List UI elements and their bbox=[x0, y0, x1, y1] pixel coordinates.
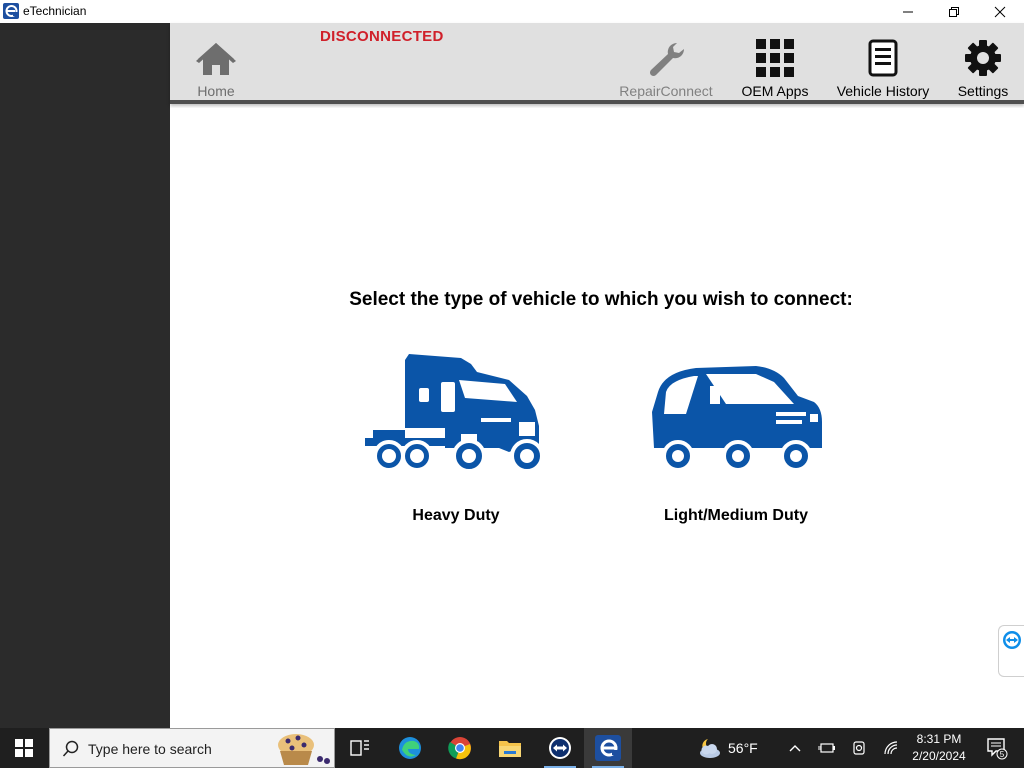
windows-icon bbox=[15, 739, 33, 757]
task-view-button[interactable] bbox=[336, 728, 384, 768]
weather-widget[interactable]: 56°F bbox=[696, 728, 758, 768]
clock-date: 2/20/2024 bbox=[912, 749, 966, 763]
heavy-duty-label: Heavy Duty bbox=[412, 507, 500, 524]
edge-taskbar-button[interactable] bbox=[386, 728, 434, 768]
vehicle-history-label: Vehicle History bbox=[836, 83, 930, 99]
etechnician-app-icon bbox=[3, 3, 19, 19]
settings-label: Settings bbox=[957, 83, 1009, 99]
teamviewer-icon bbox=[549, 737, 571, 759]
settings-button[interactable]: Settings bbox=[955, 23, 1011, 100]
camera-tray-button[interactable] bbox=[844, 728, 874, 768]
clock[interactable]: 8:31 PM 2/20/2024 bbox=[900, 731, 978, 765]
start-button[interactable] bbox=[0, 728, 48, 768]
heavy-duty-option[interactable]: Heavy Duty bbox=[356, 352, 556, 525]
search-icon bbox=[62, 740, 79, 757]
repairconnect-label: RepairConnect bbox=[619, 83, 713, 99]
taskbar-search-box[interactable]: Type here to search bbox=[49, 728, 335, 768]
home-icon bbox=[196, 31, 236, 77]
show-hidden-icons-button[interactable] bbox=[780, 728, 810, 768]
notification-count: 5 bbox=[1000, 750, 1005, 759]
taskbar: Type here to search 56°F 8:31 PM 2/20/20… bbox=[0, 728, 1024, 768]
grid-icon bbox=[756, 31, 794, 77]
edge-icon bbox=[399, 737, 421, 759]
window-title: eTechnician bbox=[23, 4, 87, 18]
main-content: Select the type of vehicle to which you … bbox=[170, 108, 1024, 728]
close-button[interactable] bbox=[977, 0, 1023, 23]
van-icon[interactable] bbox=[646, 352, 826, 479]
semi-truck-icon[interactable] bbox=[359, 352, 553, 479]
light-medium-duty-label: Light/Medium Duty bbox=[664, 507, 808, 524]
muffin-search-highlight-icon bbox=[278, 734, 330, 765]
repairconnect-button[interactable]: RepairConnect bbox=[618, 23, 714, 100]
oem-apps-label: OEM Apps bbox=[741, 83, 809, 99]
oem-apps-button[interactable]: OEM Apps bbox=[740, 23, 810, 100]
search-placeholder: Type here to search bbox=[88, 741, 212, 757]
sidebar bbox=[0, 23, 170, 728]
gear-icon bbox=[964, 31, 1002, 77]
chrome-taskbar-button[interactable] bbox=[436, 728, 484, 768]
wrench-icon bbox=[647, 31, 685, 77]
document-icon bbox=[868, 31, 898, 77]
top-toolbar: Home DISCONNECTED RepairConnect OEM Apps bbox=[170, 23, 1024, 104]
vehicle-type-prompt: Select the type of vehicle to which you … bbox=[349, 289, 853, 310]
light-medium-duty-option[interactable]: Light/Medium Duty bbox=[640, 352, 832, 525]
camera-icon bbox=[853, 741, 865, 755]
clock-time: 8:31 PM bbox=[916, 732, 962, 746]
notification-center-button[interactable]: 5 bbox=[982, 728, 1012, 768]
partly-cloudy-night-icon bbox=[700, 739, 720, 758]
weather-temperature: 56°F bbox=[728, 740, 758, 756]
folder-icon bbox=[499, 741, 521, 757]
task-view-icon bbox=[350, 740, 369, 756]
wifi-icon bbox=[884, 741, 898, 755]
power-tray-button[interactable] bbox=[812, 728, 842, 768]
etechnician-taskbar-button[interactable] bbox=[584, 728, 632, 768]
title-bar: eTechnician bbox=[0, 0, 1024, 23]
connection-status: DISCONNECTED bbox=[320, 28, 444, 45]
home-button[interactable]: Home bbox=[188, 23, 244, 100]
etechnician-icon bbox=[595, 735, 621, 761]
home-label: Home bbox=[197, 83, 235, 99]
teamviewer-quick-tab[interactable] bbox=[998, 625, 1024, 677]
notification-icon: 5 bbox=[987, 738, 1008, 760]
file-explorer-taskbar-button[interactable] bbox=[486, 728, 534, 768]
chrome-icon bbox=[448, 737, 471, 760]
battery-plug-icon bbox=[818, 743, 835, 753]
teamviewer-taskbar-button[interactable] bbox=[536, 728, 584, 768]
teamviewer-icon bbox=[1002, 631, 1021, 649]
restore-button[interactable] bbox=[931, 0, 977, 23]
chevron-up-icon bbox=[789, 745, 801, 752]
minimize-button[interactable] bbox=[885, 0, 931, 23]
vehicle-history-button[interactable]: Vehicle History bbox=[836, 23, 930, 100]
